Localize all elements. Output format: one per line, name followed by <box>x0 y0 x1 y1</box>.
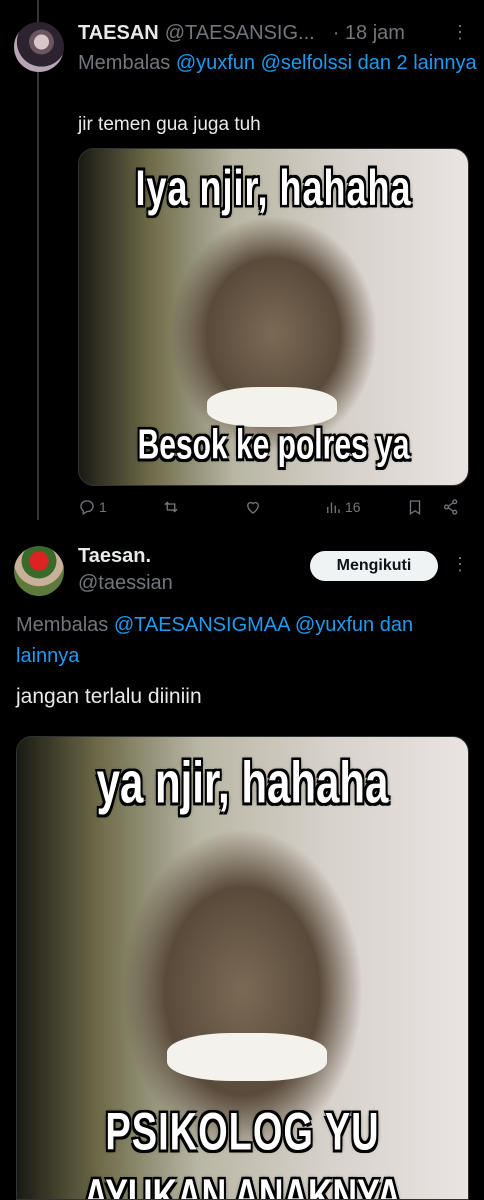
reply-context: Membalas @TAESANSIGMAA @yuxfun dan lainn… <box>16 610 484 672</box>
reply-button[interactable]: 1 <box>78 498 107 516</box>
views-icon <box>327 502 340 513</box>
tweet-text: jir temen gua juga tuh <box>78 114 261 135</box>
avatar[interactable] <box>14 546 64 596</box>
username[interactable]: @TAESANSIG... <box>165 22 315 45</box>
username[interactable]: @taessian <box>78 572 173 595</box>
share-icon <box>443 499 458 515</box>
meme-caption-bottom: Besok ke polres ya <box>137 422 410 469</box>
avatar[interactable] <box>14 22 64 72</box>
following-button[interactable]: Mengikuti <box>310 551 438 581</box>
bookmark-icon <box>409 500 421 516</box>
meme-caption-bottom-cut: AYUKAN ANAKNYA <box>83 1170 402 1200</box>
meme-face-detail <box>207 387 337 427</box>
tweet-actions: 1 16 <box>78 498 468 522</box>
reply-prefix: Membalas <box>16 614 109 636</box>
meme-caption-top: Iya njir, hahaha <box>135 158 412 216</box>
views-button[interactable]: 16 <box>324 498 361 516</box>
display-name[interactable]: TAESAN <box>78 22 159 45</box>
reply-icon <box>80 500 94 515</box>
views-count: 16 <box>345 499 361 515</box>
tweet-media-image[interactable]: ya njir, hahaha PSIKOLOG YU AYUKAN ANAKN… <box>16 736 469 1200</box>
others-link[interactable]: dan 2 lainnya <box>358 52 477 74</box>
retweet-button[interactable] <box>162 498 180 516</box>
more-options-icon[interactable]: ⋮ <box>451 554 470 575</box>
others-link[interactable]: dan <box>380 614 413 636</box>
mention-link[interactable]: @yuxfun <box>295 614 374 636</box>
meme-face-detail <box>167 1033 327 1081</box>
meme-caption-top: ya njir, hahaha <box>96 749 389 816</box>
others-link[interactable]: lainnya <box>16 645 79 667</box>
reply-count: 1 <box>99 499 107 515</box>
like-icon <box>247 501 259 514</box>
tweet-header: TAESAN @TAESANSIG... · 18 jam <box>78 20 470 46</box>
reply-prefix: Membalas <box>78 52 171 74</box>
display-name[interactable]: Taesan. <box>78 545 151 568</box>
mention-link[interactable]: @yuxfun <box>176 52 255 74</box>
like-button[interactable] <box>244 498 262 516</box>
reply-context: Membalas @yuxfun @selfolssi dan 2 lainny… <box>78 48 478 78</box>
tweet-text: jangan terlalu diiniin <box>16 685 202 708</box>
mention-link[interactable]: @selfolssi <box>261 52 352 74</box>
retweet-icon <box>164 501 178 513</box>
more-options-icon[interactable]: ⋮ <box>451 22 470 43</box>
tweet-1[interactable]: TAESAN @TAESANSIG... · 18 jam ⋮ Membalas… <box>0 0 484 530</box>
share-button[interactable] <box>442 498 460 516</box>
timestamp[interactable]: · 18 jam <box>333 22 405 45</box>
tweet-media-image[interactable]: Iya njir, hahaha Besok ke polres ya <box>78 148 469 486</box>
bookmark-button[interactable] <box>406 498 424 516</box>
meme-caption-bottom: PSIKOLOG YU <box>105 1103 380 1163</box>
mention-link[interactable]: @TAESANSIGMAA <box>114 614 290 636</box>
